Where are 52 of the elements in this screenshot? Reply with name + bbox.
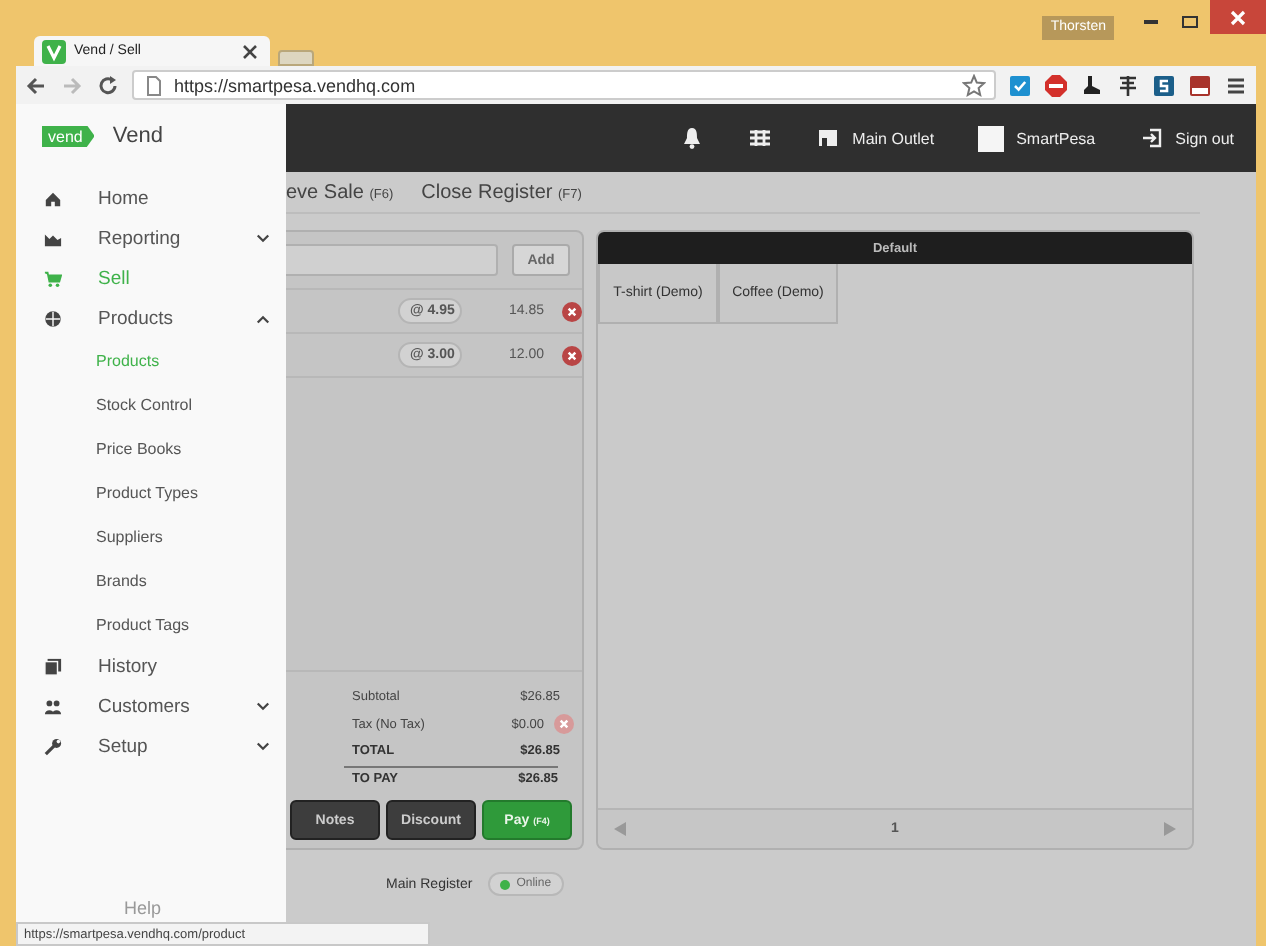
sidebar-subitem[interactable]: Product Types bbox=[16, 470, 286, 514]
s-square-icon[interactable] bbox=[1152, 73, 1176, 97]
page-icon bbox=[142, 73, 166, 97]
sidebar-item[interactable]: Home bbox=[16, 178, 286, 218]
chart-icon bbox=[44, 229, 62, 247]
close-icon bbox=[1226, 5, 1250, 29]
chevron-down-icon[interactable] bbox=[256, 741, 270, 751]
sidebar-item[interactable]: Products bbox=[16, 298, 286, 338]
stop-sign-icon[interactable] bbox=[1044, 73, 1068, 97]
chevron-down-icon[interactable] bbox=[256, 701, 270, 711]
search-field[interactable] bbox=[286, 244, 498, 276]
store-icon bbox=[816, 126, 841, 150]
wrench-icon bbox=[44, 737, 62, 755]
address-bar[interactable]: https://smartpesa.vendhq.com bbox=[132, 70, 996, 100]
back-icon[interactable] bbox=[24, 73, 48, 97]
v-logo-icon bbox=[42, 39, 66, 63]
avatar bbox=[978, 125, 1005, 151]
sign-out-link[interactable]: Sign out bbox=[1175, 129, 1234, 147]
people-icon bbox=[44, 697, 62, 715]
close-icon[interactable] bbox=[238, 39, 262, 63]
sidebar-subitem[interactable]: Brands bbox=[16, 558, 286, 602]
sidebar-item[interactable]: History bbox=[16, 646, 286, 686]
remove-button[interactable] bbox=[562, 345, 582, 365]
menu-icon[interactable] bbox=[1224, 73, 1248, 97]
checkbox-icon[interactable] bbox=[1008, 73, 1032, 97]
home-icon bbox=[44, 189, 62, 207]
book-icon bbox=[44, 657, 62, 675]
sidebar-subitem[interactable]: Stock Control bbox=[16, 382, 286, 426]
reload-icon[interactable] bbox=[96, 73, 120, 97]
bell-icon[interactable] bbox=[680, 126, 705, 150]
exit-icon bbox=[1139, 126, 1164, 150]
brand-name: Vend bbox=[112, 124, 163, 148]
status-dot bbox=[500, 879, 511, 889]
chevron-down-icon[interactable] bbox=[256, 233, 270, 243]
tower-icon[interactable] bbox=[1116, 73, 1140, 97]
chevron-up-icon[interactable] bbox=[256, 313, 270, 323]
sidebar-subitem[interactable]: Suppliers bbox=[16, 514, 286, 558]
grid-icon[interactable] bbox=[748, 126, 773, 150]
star-icon[interactable] bbox=[962, 73, 986, 97]
close-button[interactable] bbox=[1210, 0, 1266, 34]
sidebar-item[interactable]: Customers bbox=[16, 686, 286, 726]
sidebar-subitem[interactable]: Product Tags bbox=[16, 602, 286, 646]
badge-icon[interactable] bbox=[1188, 73, 1212, 97]
remove-button[interactable] bbox=[562, 301, 582, 321]
cart-icon bbox=[44, 269, 62, 287]
user-link[interactable]: SmartPesa bbox=[1016, 129, 1096, 147]
sidebar-item[interactable]: Setup bbox=[16, 726, 286, 766]
outlet-link[interactable]: Main Outlet bbox=[852, 129, 935, 147]
sidebar-subitem[interactable]: Price Books bbox=[16, 426, 286, 470]
minimize-icon bbox=[1143, 20, 1157, 24]
maximize-icon bbox=[1178, 10, 1202, 34]
sidebar-item[interactable]: Reporting bbox=[16, 218, 286, 258]
